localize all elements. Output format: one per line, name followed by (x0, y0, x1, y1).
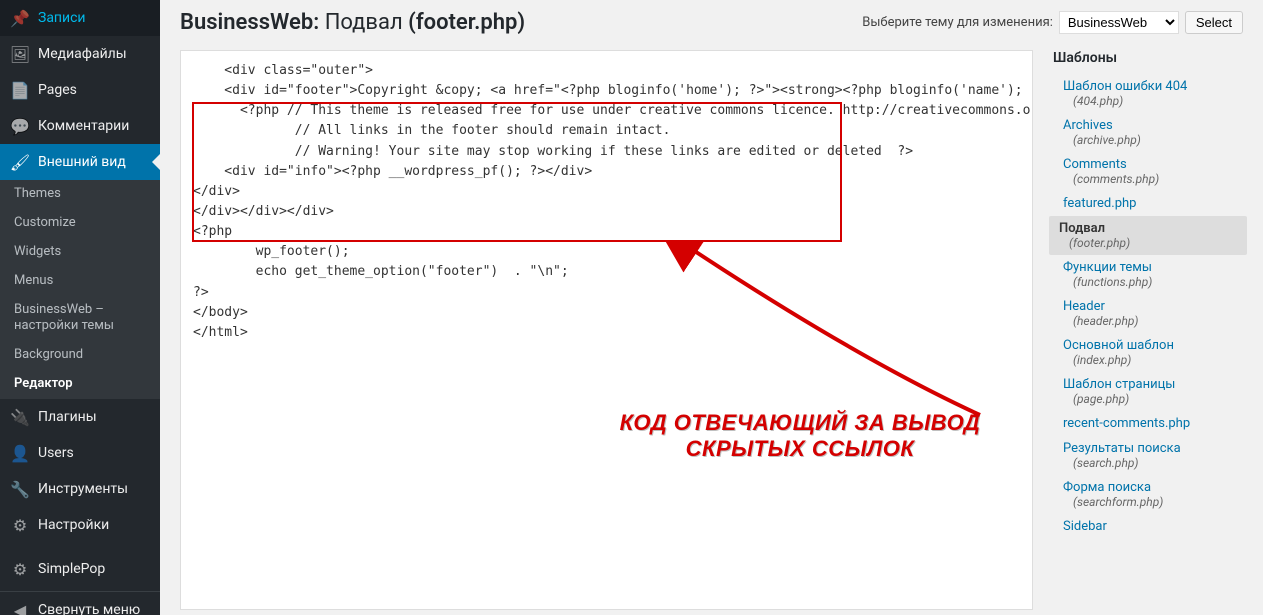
appearance-submenu: Themes Customize Widgets Menus BusinessW… (0, 180, 160, 399)
template-link[interactable]: Основной шаблон (1063, 338, 1174, 353)
sub-editor[interactable]: Редактор (0, 370, 160, 399)
template-item[interactable]: Header(header.php) (1053, 294, 1243, 333)
template-item[interactable]: Sidebar (1053, 514, 1243, 539)
brush-icon: 🖌 (10, 152, 30, 172)
template-link[interactable]: Sidebar (1063, 519, 1107, 534)
sub-menus[interactable]: Menus (0, 267, 160, 296)
sidebar-item-label: Медиафайлы (38, 46, 127, 62)
sidebar-item-label: Pages (38, 82, 77, 98)
template-item[interactable]: Archives(archive.php) (1053, 113, 1243, 152)
page-title: BusinessWeb: Подвал (footer.php) (180, 10, 525, 35)
select-button[interactable]: Select (1185, 11, 1243, 34)
pin-icon: 📌 (10, 8, 30, 28)
sidebar-item-plugins[interactable]: 🔌 Плагины (0, 399, 160, 435)
sub-background[interactable]: Background (0, 341, 160, 370)
sub-theme-settings[interactable]: BusinessWeb – настройки темы (0, 296, 160, 342)
template-filename: (functions.php) (1063, 275, 1243, 289)
page-icon: 📄 (10, 80, 30, 100)
sidebar-item-label: Записи (38, 10, 86, 26)
sidebar-item-media[interactable]: 🖼 Медиафайлы (0, 36, 160, 72)
code-editor[interactable] (180, 50, 1033, 610)
media-icon: 🖼 (10, 44, 30, 64)
template-item[interactable]: Форма поиска(searchform.php) (1053, 475, 1243, 514)
sidebar-item-comments[interactable]: 💬 Комментарии (0, 108, 160, 144)
user-icon: 👤 (10, 443, 30, 463)
sidebar-item-tools[interactable]: 🔧 Инструменты (0, 471, 160, 507)
sidebar-item-appearance[interactable]: 🖌 Внешний вид (0, 144, 160, 180)
sub-customize[interactable]: Customize (0, 209, 160, 238)
template-link[interactable]: Форма поиска (1063, 480, 1151, 495)
template-link[interactable]: Comments (1063, 157, 1127, 172)
template-link[interactable]: Header (1063, 299, 1105, 314)
comment-icon: 💬 (10, 116, 30, 136)
theme-select-label: Выберите тему для изменения: (862, 15, 1053, 30)
sidebar-item-label: Внешний вид (38, 154, 126, 170)
template-item[interactable]: Функции темы(functions.php) (1053, 255, 1243, 294)
template-link[interactable]: Результаты поиска (1063, 441, 1181, 456)
template-link[interactable]: recent-comments.php (1063, 416, 1190, 431)
template-filename: (search.php) (1063, 456, 1243, 470)
template-item[interactable]: Подвал(footer.php) (1049, 216, 1247, 255)
template-link[interactable]: Archives (1063, 118, 1113, 133)
sidebar-item-label: Users (38, 445, 74, 461)
sidebar-item-label: SimplePop (38, 561, 105, 577)
template-link[interactable]: Функции темы (1063, 260, 1152, 275)
theme-dropdown[interactable]: BusinessWeb (1059, 11, 1179, 34)
templates-panel: Шаблоны Шаблон ошибки 404(404.php)Archiv… (1053, 50, 1243, 614)
template-filename: (404.php) (1063, 94, 1243, 108)
sidebar-item-label: Настройки (38, 517, 109, 533)
template-item[interactable]: Шаблон ошибки 404(404.php) (1053, 74, 1243, 113)
template-item[interactable]: Основной шаблон(index.php) (1053, 333, 1243, 372)
sidebar-item-label: Свернуть меню (38, 602, 140, 615)
sidebar-item-users[interactable]: 👤 Users (0, 435, 160, 471)
sidebar-item-pages[interactable]: 📄 Pages (0, 72, 160, 108)
sidebar-item-settings[interactable]: ⚙ Настройки (0, 507, 160, 543)
template-filename: (header.php) (1063, 314, 1243, 328)
theme-selector: Выберите тему для изменения: BusinessWeb… (862, 11, 1243, 34)
wrench-icon: 🔧 (10, 479, 30, 499)
gear-icon: ⚙ (10, 559, 30, 579)
collapse-menu[interactable]: ◀ Свернуть меню (0, 591, 160, 615)
template-filename: (comments.php) (1063, 172, 1243, 186)
template-item[interactable]: Шаблон страницы(page.php) (1053, 372, 1243, 411)
sidebar-item-simplepop[interactable]: ⚙ SimplePop (0, 551, 160, 587)
template-item[interactable]: featured.php (1053, 191, 1243, 216)
template-link[interactable]: Подвал (1059, 221, 1105, 236)
sidebar-item-label: Комментарии (38, 118, 129, 134)
sub-themes[interactable]: Themes (0, 180, 160, 209)
template-link[interactable]: featured.php (1063, 196, 1136, 211)
template-item[interactable]: recent-comments.php (1053, 411, 1243, 436)
sidebar-item-posts[interactable]: 📌 Записи (0, 0, 160, 36)
templates-heading: Шаблоны (1053, 50, 1243, 66)
sidebar-item-label: Плагины (38, 409, 97, 425)
admin-sidebar: 📌Записи 🖼Медиафайлы 📄Pages 💬Комментарии … (0, 0, 160, 615)
template-item[interactable]: Comments(comments.php) (1053, 152, 1243, 191)
template-link[interactable]: Шаблон страницы (1063, 377, 1175, 392)
template-filename: (page.php) (1063, 392, 1243, 406)
sidebar-item-label: Инструменты (38, 481, 128, 497)
template-filename: (index.php) (1063, 353, 1243, 367)
sliders-icon: ⚙ (10, 515, 30, 535)
template-filename: (searchform.php) (1063, 495, 1243, 509)
template-filename: (archive.php) (1063, 133, 1243, 147)
sub-widgets[interactable]: Widgets (0, 238, 160, 267)
template-item[interactable]: Результаты поиска(search.php) (1053, 436, 1243, 475)
template-link[interactable]: Шаблон ошибки 404 (1063, 79, 1187, 94)
chevron-left-icon: ◀ (10, 600, 30, 615)
template-filename: (footer.php) (1059, 236, 1247, 250)
main-content: BusinessWeb: Подвал (footer.php) Выберит… (160, 0, 1263, 615)
plugin-icon: 🔌 (10, 407, 30, 427)
